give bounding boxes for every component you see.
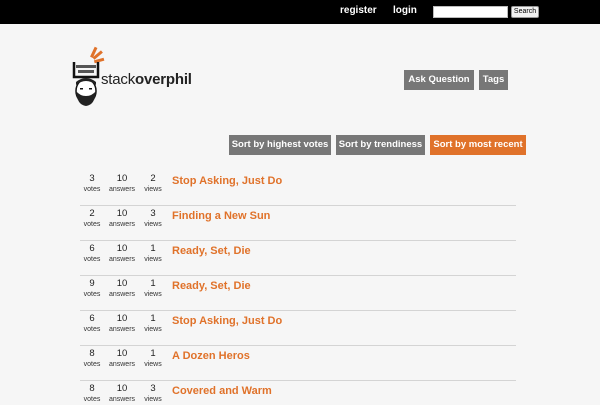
view-count: 1 views xyxy=(133,243,173,265)
question-row: 8 votes 10 answers 3 views Covered and Warm xyxy=(80,380,516,403)
question-title-link[interactable]: Ready, Set, Die xyxy=(172,280,251,292)
view-count-number: 3 xyxy=(150,208,156,219)
question-title-link[interactable]: Ready, Set, Die xyxy=(172,245,251,257)
logo-text-light: stack xyxy=(101,71,136,88)
site-logo-text[interactable]: stackoverphil xyxy=(101,71,192,88)
question-row: 6 votes 10 answers 1 views Ready, Set, Die xyxy=(80,240,516,276)
view-count-number: 1 xyxy=(150,313,156,324)
view-count-number: 1 xyxy=(150,278,156,289)
tags-button[interactable]: Tags xyxy=(479,70,508,90)
search-button[interactable]: Search xyxy=(511,6,539,18)
view-count: 1 views xyxy=(133,278,173,300)
sort-trendiness-button[interactable]: Sort by trendiness xyxy=(336,135,425,155)
view-count: 1 views xyxy=(133,313,173,335)
view-count-label: views xyxy=(144,326,162,333)
view-count-label: views xyxy=(144,256,162,263)
question-row: 3 votes 10 answers 2 views Stop Asking, Jus… xyxy=(80,170,516,206)
question-title-link[interactable]: A Dozen Heros xyxy=(172,350,250,362)
ask-question-button[interactable]: Ask Question xyxy=(404,70,474,90)
view-count-label: views xyxy=(144,396,162,403)
question-row: 8 votes 10 answers 1 views A Dozen Heros xyxy=(80,345,516,381)
view-count: 3 views xyxy=(133,208,173,230)
view-count-number: 1 xyxy=(150,243,156,254)
view-count-label: views xyxy=(144,221,162,228)
view-count-label: views xyxy=(144,361,162,368)
question-row: 2 votes 10 answers 3 views Finding a New Su… xyxy=(80,205,516,241)
view-count: 1 views xyxy=(133,348,173,370)
view-count-number: 1 xyxy=(150,348,156,359)
question-title-link[interactable]: Covered and Warm xyxy=(172,385,272,397)
register-link[interactable]: register xyxy=(340,5,377,16)
sort-highest-votes-button[interactable]: Sort by highest votes xyxy=(229,135,331,155)
bearded-face-icon xyxy=(75,78,97,106)
view-count-number: 3 xyxy=(150,383,156,394)
view-count: 2 views xyxy=(133,173,173,195)
question-row: 9 votes 10 answers 1 views Ready, Set, Die xyxy=(80,275,516,311)
top-nav-bar: register login Search xyxy=(0,0,600,24)
view-count-number: 2 xyxy=(150,173,156,184)
logo-text-bold: overphil xyxy=(135,71,192,88)
question-title-link[interactable]: Finding a New Sun xyxy=(172,210,270,222)
question-title-link[interactable]: Stop Asking, Just Do xyxy=(172,175,282,187)
view-count-label: views xyxy=(144,291,162,298)
login-link[interactable]: login xyxy=(393,5,417,16)
view-count-label: views xyxy=(144,186,162,193)
question-title-link[interactable]: Stop Asking, Just Do xyxy=(172,315,282,327)
search-input[interactable] xyxy=(433,6,508,18)
question-row: 6 votes 10 answers 1 views Stop Asking, Jus… xyxy=(80,310,516,346)
stack-tray-icon xyxy=(72,46,105,79)
view-count: 3 views xyxy=(133,383,173,405)
sort-most-recent-button[interactable]: Sort by most recent xyxy=(430,135,526,155)
